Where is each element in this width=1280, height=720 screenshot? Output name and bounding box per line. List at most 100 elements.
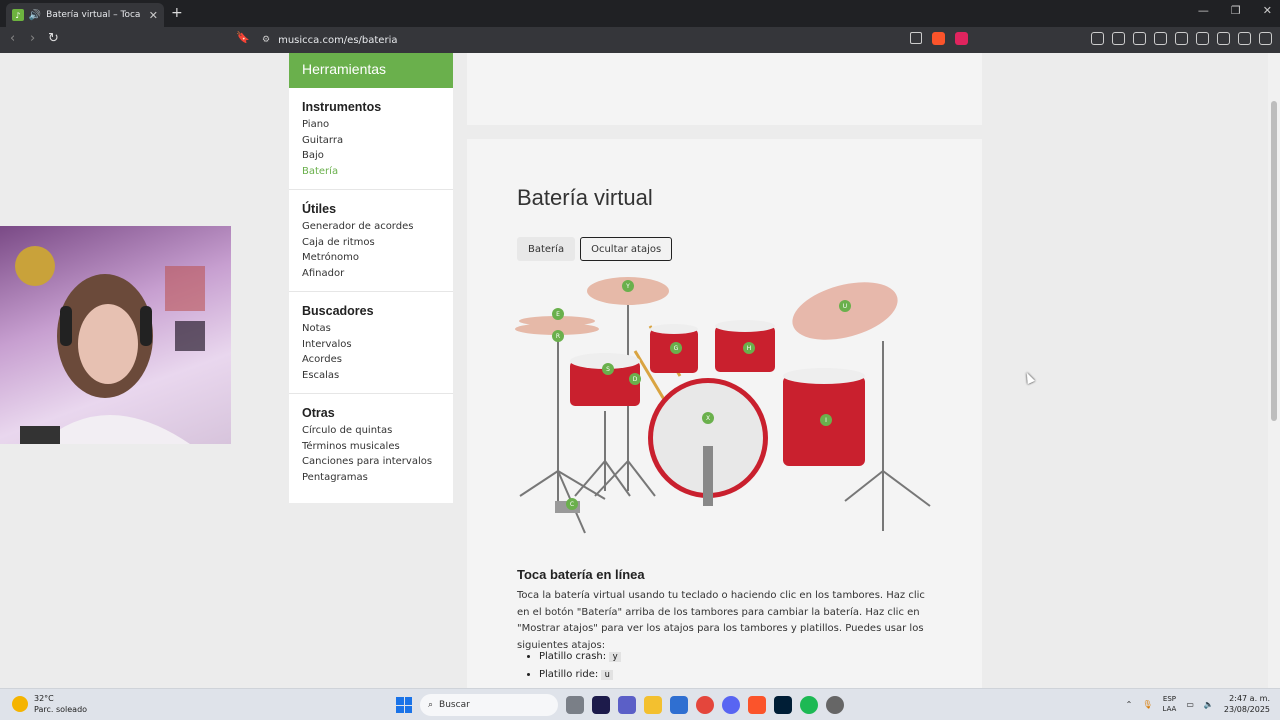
photoshop-icon[interactable] [774, 696, 792, 714]
sidebar-icon[interactable] [1175, 32, 1188, 45]
extension-icon[interactable] [1133, 32, 1146, 45]
share-icon[interactable] [910, 32, 922, 44]
sidebar-link-bateria[interactable]: Batería [302, 164, 440, 180]
keyboard-layout: LAA [1162, 705, 1177, 713]
restore-icon[interactable]: ❐ [1231, 4, 1241, 17]
sidebar-link-canciones[interactable]: Canciones para intervalos [302, 454, 440, 470]
sidebar-link-notas[interactable]: Notas [302, 321, 440, 337]
page-title: Batería virtual [517, 185, 653, 210]
address-bar[interactable]: ⚙ musicca.com/es/bateria [258, 30, 978, 50]
speaker-icon[interactable]: 🔊 [29, 10, 41, 21]
network-icon[interactable]: ▭ [1186, 700, 1194, 709]
taskbar-apps: ⌕ Buscar [396, 694, 844, 716]
window-controls: — ❐ ✕ [1198, 4, 1272, 17]
sidebar-link-pentagramas[interactable]: Pentagramas [302, 470, 440, 486]
music-icon[interactable] [1154, 32, 1167, 45]
partly-sunny-icon [12, 696, 28, 712]
sidebar-group-title: Buscadores [302, 304, 374, 318]
toggle-shortcuts-button[interactable]: Ocultar atajos [580, 237, 673, 261]
drum-controls: Batería Ocultar atajos [517, 237, 673, 261]
extension-icons [1091, 32, 1272, 45]
vpn-icon[interactable] [1238, 32, 1251, 45]
bass-pedal[interactable] [703, 446, 713, 506]
system-tray: ⌃ 🎙 ESP LAA ▭ 🔈 2:47 a. m. 23/08/2025 [1126, 693, 1270, 715]
brave-rewards-icon[interactable] [955, 32, 968, 45]
sidebar-link-terminos[interactable]: Términos musicales [302, 439, 440, 455]
windows-taskbar: 32°C Parc. soleado ⌕ Buscar ⌃ 🎙 ESP LAA … [0, 688, 1280, 720]
shortcut-label: Platillo ride: [539, 669, 599, 680]
sidebar-group-otras: Otras Círculo de quintas Términos musica… [289, 394, 453, 495]
sidebar-group-title: Otras [302, 406, 335, 420]
store-icon[interactable] [670, 696, 688, 714]
teams-icon[interactable] [618, 696, 636, 714]
sidebar-link-piano[interactable]: Piano [302, 117, 440, 133]
tab-title: Batería virtual – Toca la batería [46, 10, 144, 20]
language-indicator[interactable]: ESP LAA [1163, 694, 1177, 714]
app-icon[interactable] [826, 696, 844, 714]
sidebar-group-instrumentos: Instrumentos Piano Guitarra Bajo Batería [289, 88, 453, 190]
weather-widget[interactable]: 32°C Parc. soleado [12, 693, 87, 715]
discord-icon[interactable] [722, 696, 740, 714]
volume-icon[interactable]: 🔈 [1204, 700, 1214, 709]
wallet-icon[interactable] [1196, 32, 1209, 45]
shortcut-item: Platillo crash: y [539, 648, 621, 666]
new-tab-icon[interactable]: + [171, 5, 183, 21]
sidebar-link-guitarra[interactable]: Guitarra [302, 133, 440, 149]
page-scrollbar[interactable] [1268, 53, 1280, 688]
extension-icon[interactable] [1091, 32, 1104, 45]
shortcut-item: Platillo ride: u [539, 666, 621, 684]
leo-ai-icon[interactable] [1217, 32, 1230, 45]
sidebar-group-utiles: Útiles Generador de acordes Caja de ritm… [289, 190, 453, 292]
system-clock[interactable]: 2:47 a. m. 23/08/2025 [1224, 693, 1270, 715]
sidebar-link-circulo-quintas[interactable]: Círculo de quintas [302, 423, 440, 439]
language-code: ESP [1162, 695, 1176, 703]
sidebar-link-escalas[interactable]: Escalas [302, 368, 440, 384]
browser-tab[interactable]: ♪ 🔊 Batería virtual – Toca la batería ✕ [6, 3, 164, 27]
site-info-icon[interactable]: ⚙ [262, 35, 270, 45]
spotify-icon[interactable] [800, 696, 818, 714]
microphone-icon[interactable]: 🎙 [1142, 700, 1152, 709]
bookmark-icon[interactable]: 🔖 [236, 31, 250, 44]
sidebar-link-acordes[interactable]: Acordes [302, 352, 440, 368]
close-window-icon[interactable]: ✕ [1263, 4, 1272, 17]
sidebar-link-generador-acordes[interactable]: Generador de acordes [302, 219, 440, 235]
minimize-icon[interactable]: — [1198, 4, 1209, 17]
webcam-person-image [15, 246, 205, 444]
musicca-favicon-icon: ♪ [12, 9, 24, 21]
sidebar-link-metronomo[interactable]: Metrónomo [302, 250, 440, 266]
chevron-up-icon[interactable]: ⌃ [1126, 700, 1133, 709]
shortcut-label: Platillo crash: [539, 651, 607, 662]
search-placeholder: Buscar [439, 700, 470, 710]
ad-card [467, 53, 982, 125]
task-view-icon[interactable] [566, 696, 584, 714]
taskbar-search[interactable]: ⌕ Buscar [420, 694, 558, 716]
weather-temp: 32°C [34, 694, 54, 703]
search-icon: ⌕ [428, 700, 434, 710]
key-label: I [825, 417, 827, 424]
menu-icon[interactable] [1259, 32, 1272, 45]
key-label: D [633, 376, 638, 383]
windows-start-icon[interactable] [396, 697, 412, 713]
scrollbar-thumb[interactable] [1271, 101, 1277, 421]
sidebar-link-intervalos[interactable]: Intervalos [302, 337, 440, 353]
description-text: Toca la batería virtual usando tu teclad… [517, 590, 925, 651]
brave-icon[interactable] [748, 696, 766, 714]
chrome-icon[interactable] [696, 696, 714, 714]
reload-icon[interactable]: ↻ [48, 31, 59, 46]
file-explorer-icon[interactable] [644, 696, 662, 714]
forward-icon[interactable]: › [30, 31, 35, 46]
sidebar-link-afinador[interactable]: Afinador [302, 266, 440, 282]
sidebar-link-bajo[interactable]: Bajo [302, 148, 440, 164]
back-icon[interactable]: ‹ [10, 31, 15, 46]
sidebar-link-caja-ritmos[interactable]: Caja de ritmos [302, 235, 440, 251]
browser-toolbar: ‹ › ↻ 🔖 ⚙ musicca.com/es/bateria [0, 27, 1280, 53]
drum-kit[interactable]: E R Y U S D G H X I C [515, 271, 935, 539]
change-drumkit-button[interactable]: Batería [517, 237, 576, 261]
weather-desc: Parc. soleado [34, 705, 88, 714]
brave-shields-icon[interactable] [932, 32, 945, 45]
close-tab-icon[interactable]: ✕ [149, 9, 158, 22]
puzzle-icon[interactable] [1112, 32, 1125, 45]
drum-card: Batería virtual Batería Ocultar atajos E… [467, 139, 982, 688]
premiere-icon[interactable] [592, 696, 610, 714]
shortcut-key: y [609, 652, 621, 662]
